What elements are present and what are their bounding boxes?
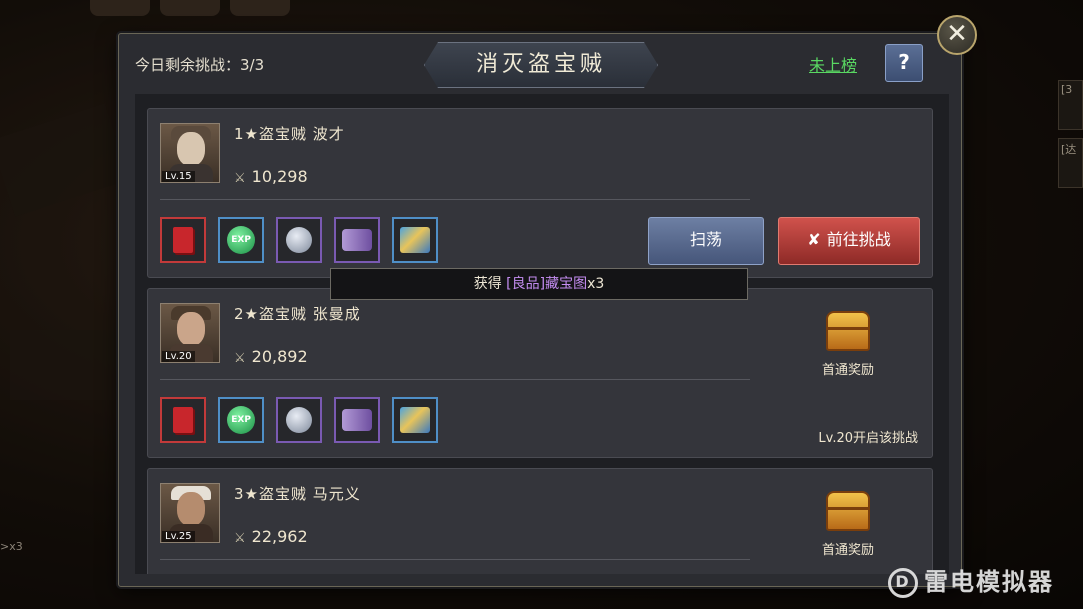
- remaining-challenges: 今日剩余挑战：3/3: [135, 56, 265, 74]
- sword-icon: ⚔: [234, 531, 246, 546]
- background-right-tabs: [3 [达: [1058, 80, 1083, 196]
- boss-card-2: Lv.20 2★盗宝贼 张曼成 ⚔ 20,892 EXP 首通奖励 Lv.20开启…: [147, 288, 933, 458]
- close-button[interactable]: ✕: [937, 15, 977, 55]
- avatar-face: [177, 312, 205, 346]
- purple-scroll-icon: [342, 409, 373, 431]
- crossed-swords-icon: ✘: [807, 230, 821, 249]
- boss-avatar: Lv.25: [160, 483, 220, 543]
- combat-power: ⚔ 20,892: [234, 347, 308, 366]
- treasure-map-icon: [400, 227, 431, 253]
- dialog-title: 消灭盗宝贼: [424, 42, 658, 88]
- background-right-tab: [3: [1058, 80, 1083, 130]
- first-clear-label: 首通奖励: [821, 363, 874, 378]
- watermark-text: 雷电模拟器: [924, 568, 1054, 596]
- first-clear-label: 首通奖励: [821, 543, 874, 558]
- reward-item[interactable]: [392, 217, 439, 263]
- ranking-link[interactable]: 未上榜: [809, 52, 857, 76]
- silver-coin-icon: [286, 407, 313, 433]
- boss-avatar: Lv.20: [160, 303, 220, 363]
- reward-items: EXP: [160, 397, 445, 447]
- divider: [160, 379, 750, 380]
- divider: [160, 199, 750, 200]
- reward-item[interactable]: EXP: [218, 397, 265, 443]
- emulator-watermark: D 雷电模拟器: [888, 562, 1054, 600]
- background-top-tabs: [90, 0, 390, 18]
- boss-name: 1★盗宝贼 波才: [234, 125, 345, 143]
- challenge-button-label: 前往挑战: [826, 230, 891, 249]
- purple-scroll-icon: [342, 229, 373, 251]
- boss-name: 3★盗宝贼 马元义: [234, 485, 361, 503]
- thief-challenge-dialog: 今日剩余挑战：3/3 消灭盗宝贼 未上榜 ? Lv.15 1★盗宝贼 波才 ⚔ 1…: [118, 33, 962, 587]
- level-badge: Lv.20: [162, 351, 195, 362]
- first-clear-reward[interactable]: 首通奖励: [788, 311, 908, 378]
- level-badge: Lv.25: [162, 531, 195, 542]
- background-count-text: >x3: [0, 540, 23, 553]
- item-tooltip: 获得 [良品]藏宝图x3: [330, 268, 748, 300]
- avatar-face: [177, 492, 205, 526]
- reward-item[interactable]: [160, 217, 206, 263]
- combat-power-value: 10,298: [251, 167, 308, 186]
- sweep-button[interactable]: 扫荡: [648, 217, 764, 265]
- level-badge: Lv.15: [162, 171, 195, 182]
- combat-power-value: 22,962: [251, 527, 308, 546]
- treasure-chest-icon: [826, 491, 870, 531]
- red-book-icon: [173, 227, 193, 253]
- reward-item[interactable]: [392, 397, 439, 443]
- exp-orb-icon: EXP: [227, 226, 256, 254]
- sword-icon: ⚔: [234, 351, 246, 366]
- first-clear-reward[interactable]: 首通奖励: [788, 491, 908, 558]
- combat-power: ⚔ 22,962: [234, 527, 308, 546]
- boss-avatar: Lv.15: [160, 123, 220, 183]
- combat-power-value: 20,892: [251, 347, 308, 366]
- help-button[interactable]: ?: [885, 44, 923, 82]
- tooltip-quantity: x3: [587, 276, 605, 292]
- avatar-face: [177, 132, 205, 166]
- exp-orb-icon: EXP: [227, 406, 256, 434]
- tooltip-prefix: 获得: [473, 276, 502, 292]
- reward-item[interactable]: [276, 217, 323, 263]
- background-right-tab: [达: [1058, 138, 1083, 188]
- reward-item[interactable]: [334, 397, 381, 443]
- treasure-map-icon: [400, 407, 431, 433]
- combat-power: ⚔ 10,298: [234, 167, 308, 186]
- boss-list[interactable]: Lv.15 1★盗宝贼 波才 ⚔ 10,298 EXP 扫荡 ✘ 前往挑战 Lv.2…: [135, 94, 949, 574]
- reward-item[interactable]: [334, 217, 381, 263]
- red-book-icon: [173, 407, 193, 433]
- unlock-requirement: Lv.20开启该挑战: [818, 431, 918, 446]
- divider: [160, 559, 750, 560]
- emulator-logo-icon: D: [888, 568, 918, 598]
- tooltip-item-name: [良品]藏宝图: [506, 276, 588, 292]
- reward-item[interactable]: EXP: [218, 217, 265, 263]
- challenge-button[interactable]: ✘ 前往挑战: [778, 217, 920, 265]
- boss-card-3: Lv.25 3★盗宝贼 马元义 ⚔ 22,962 首通奖励: [147, 468, 933, 574]
- boss-name: 2★盗宝贼 张曼成: [234, 305, 361, 323]
- reward-items: EXP: [160, 217, 445, 267]
- treasure-chest-icon: [826, 311, 870, 351]
- silver-coin-icon: [286, 227, 313, 253]
- boss-card-1: Lv.15 1★盗宝贼 波才 ⚔ 10,298 EXP 扫荡 ✘ 前往挑战: [147, 108, 933, 278]
- reward-item[interactable]: [276, 397, 323, 443]
- sword-icon: ⚔: [234, 171, 246, 186]
- reward-item[interactable]: [160, 397, 206, 443]
